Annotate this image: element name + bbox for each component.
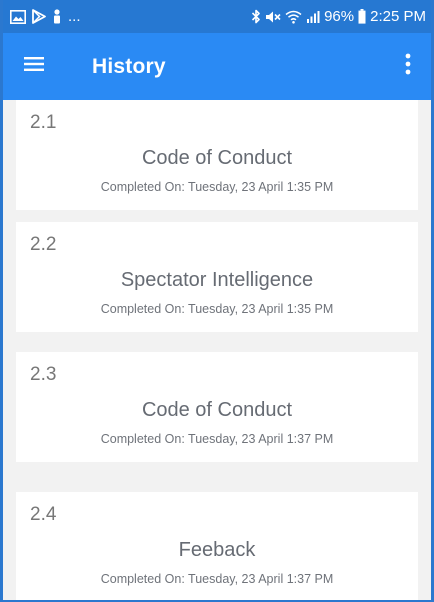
status-bar: ... 96% 2:25 PM bbox=[0, 0, 434, 33]
history-item[interactable]: 2.1 Code of Conduct Completed On: Tuesda… bbox=[16, 100, 418, 210]
wifi-icon bbox=[285, 10, 302, 24]
history-item-title: Spectator Intelligence bbox=[120, 269, 314, 291]
history-item-title: Code of Conduct bbox=[141, 147, 293, 169]
history-item-number: 2.1 bbox=[30, 112, 57, 133]
history-item-completed: Completed On: Tuesday, 23 April 1:35 PM bbox=[100, 180, 334, 194]
history-item[interactable]: 2.3 Code of Conduct Completed On: Tuesda… bbox=[16, 352, 418, 462]
history-item-completed: Completed On: Tuesday, 23 April 1:37 PM bbox=[100, 572, 334, 586]
battery-percent: 96% bbox=[324, 8, 355, 25]
bluetooth-icon bbox=[251, 9, 261, 24]
history-item-completed: Completed On: Tuesday, 23 April 1:35 PM bbox=[100, 302, 334, 316]
history-item-completed: Completed On: Tuesday, 23 April 1:37 PM bbox=[100, 432, 334, 446]
app-bar: History bbox=[0, 33, 434, 100]
hamburger-menu-button[interactable] bbox=[22, 55, 46, 79]
history-item[interactable]: 2.4 Feeback Completed On: Tuesday, 23 Ap… bbox=[16, 492, 418, 602]
status-bar-system: 96% 2:25 PM bbox=[251, 9, 426, 24]
play-store-icon bbox=[32, 9, 46, 24]
history-item-number: 2.3 bbox=[30, 364, 57, 385]
overflow-menu-button[interactable] bbox=[396, 52, 420, 82]
page-title: History bbox=[92, 54, 166, 78]
history-item-number: 2.2 bbox=[30, 234, 57, 255]
mute-icon bbox=[265, 10, 281, 24]
history-item-number: 2.4 bbox=[30, 504, 57, 525]
more-vertical-icon bbox=[405, 53, 411, 80]
more-notifications-text: ... bbox=[68, 8, 81, 25]
person-icon bbox=[52, 9, 62, 24]
history-item[interactable]: 2.2 Spectator Intelligence Completed On:… bbox=[16, 222, 418, 332]
history-item-title: Code of Conduct bbox=[141, 399, 293, 421]
signal-icon bbox=[306, 10, 320, 24]
image-icon bbox=[10, 9, 26, 24]
history-item-title: Feeback bbox=[178, 539, 256, 561]
battery-icon bbox=[358, 9, 366, 24]
clock: 2:25 PM bbox=[370, 8, 426, 25]
status-bar-notifications: ... bbox=[10, 9, 81, 24]
hamburger-menu-icon bbox=[24, 56, 44, 77]
